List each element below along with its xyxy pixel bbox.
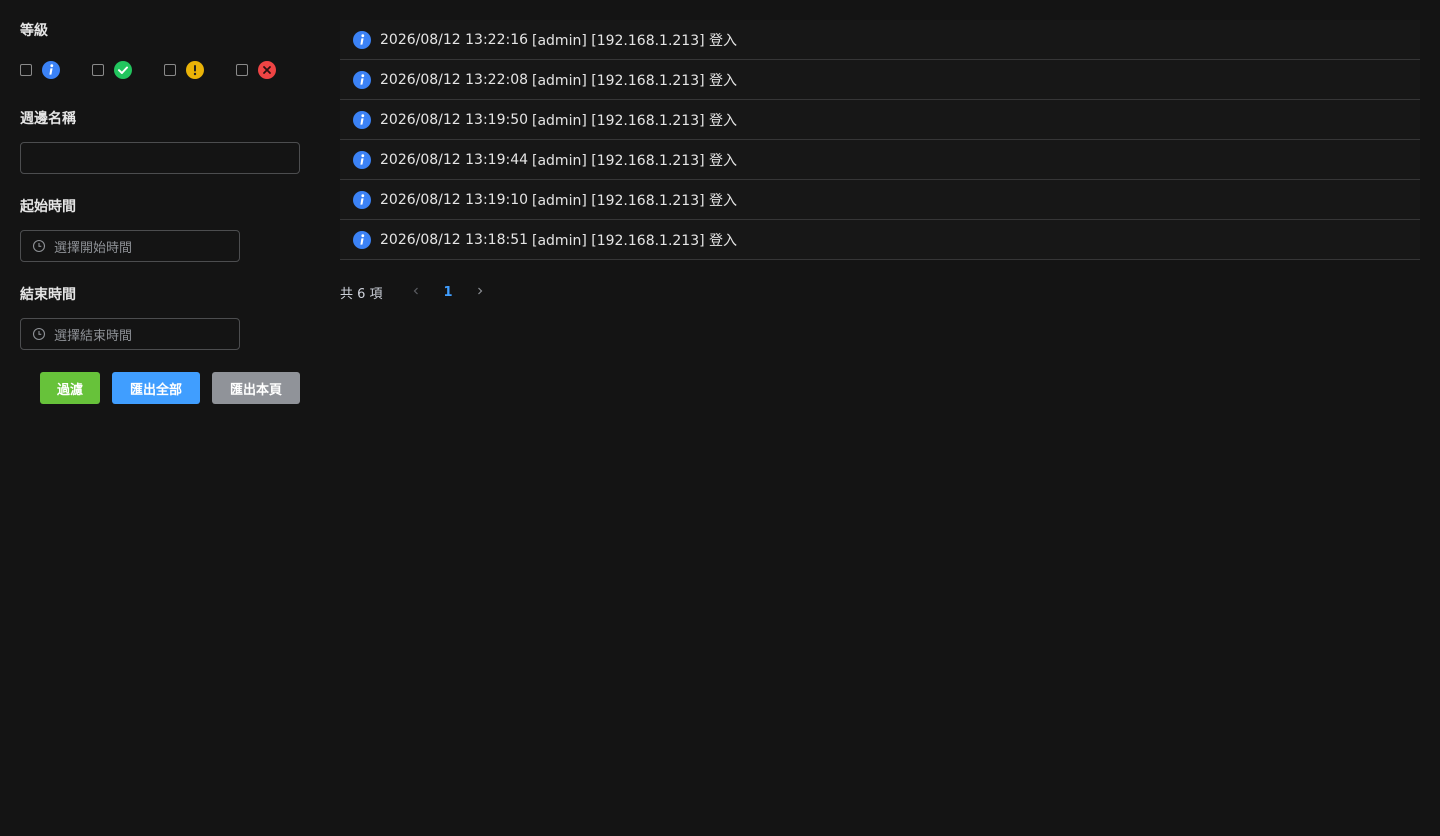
info-icon — [353, 231, 371, 249]
end-time-picker[interactable]: 選擇結束時間 — [20, 318, 240, 350]
log-message: [admin] [192.168.1.213] 登入 — [532, 152, 738, 169]
check-circle-icon — [114, 61, 132, 79]
clock-icon — [32, 327, 46, 341]
exclamation-circle-icon — [186, 61, 204, 79]
filter-button[interactable]: 過濾 — [40, 372, 100, 404]
level-filter-success[interactable] — [92, 60, 132, 80]
pagination-next-button[interactable] — [468, 280, 492, 304]
chevron-left-icon — [411, 285, 421, 300]
log-timestamp: 2026/08/12 13:19:44 — [380, 151, 529, 168]
clock-icon — [32, 239, 46, 253]
start-time-picker[interactable]: 選擇開始時間 — [20, 230, 240, 262]
level-label: 等級 — [20, 23, 48, 39]
log-row: 2026/08/12 13:22:08 [admin] [192.168.1.2… — [340, 60, 1420, 100]
log-message: [admin] [192.168.1.213] 登入 — [532, 112, 738, 129]
log-timestamp: 2026/08/12 13:19:10 — [380, 191, 529, 208]
pagination-page-1[interactable]: 1 — [436, 280, 460, 304]
log-timestamp: 2026/08/12 13:18:51 — [380, 231, 529, 248]
start-time-label: 起始時間 — [20, 199, 76, 215]
export-all-button[interactable]: 匯出全部 — [112, 372, 200, 404]
log-row: 2026/08/12 13:19:44 [admin] [192.168.1.2… — [340, 140, 1420, 180]
start-time-placeholder: 選擇開始時間 — [54, 240, 133, 256]
info-icon — [353, 31, 371, 49]
level-filter-info[interactable] — [20, 60, 60, 80]
log-row: 2026/08/12 13:19:50 [admin] [192.168.1.2… — [340, 100, 1420, 140]
end-time-label: 結束時間 — [20, 287, 76, 303]
log-timestamp: 2026/08/12 13:19:50 — [380, 111, 529, 128]
log-message: [admin] [192.168.1.213] 登入 — [532, 192, 738, 209]
peripheral-name-input[interactable] — [20, 142, 300, 174]
end-time-placeholder: 選擇結束時間 — [54, 328, 133, 344]
info-icon — [353, 191, 371, 209]
info-icon — [353, 111, 371, 129]
info-icon — [353, 71, 371, 89]
level-checkbox-error[interactable] — [236, 64, 248, 76]
chevron-right-icon — [475, 285, 485, 300]
log-row: 2026/08/12 13:19:10 [admin] [192.168.1.2… — [340, 180, 1420, 220]
level-filter-error[interactable] — [236, 60, 276, 80]
log-row: 2026/08/12 13:18:51 [admin] [192.168.1.2… — [340, 220, 1420, 260]
log-message: [admin] [192.168.1.213] 登入 — [532, 72, 738, 89]
peripheral-name-label: 週邊名稱 — [20, 111, 76, 127]
info-icon — [42, 61, 60, 79]
close-circle-icon — [258, 61, 276, 79]
log-message: [admin] [192.168.1.213] 登入 — [532, 32, 738, 49]
level-checkbox-success[interactable] — [92, 64, 104, 76]
info-icon — [353, 151, 371, 169]
pagination: 共 6 項 — [340, 280, 383, 304]
level-checkbox-warning[interactable] — [164, 64, 176, 76]
pagination-total: 共 6 項 — [340, 286, 383, 302]
level-filter-warning[interactable] — [164, 60, 204, 80]
log-timestamp: 2026/08/12 13:22:08 — [380, 71, 529, 88]
level-checkbox-info[interactable] — [20, 64, 32, 76]
log-message: [admin] [192.168.1.213] 登入 — [532, 232, 738, 249]
export-page-button[interactable]: 匯出本頁 — [212, 372, 300, 404]
log-row: 2026/08/12 13:22:16 [admin] [192.168.1.2… — [340, 20, 1420, 60]
pagination-prev-button[interactable] — [404, 280, 428, 304]
log-table: 2026/08/12 13:22:16 [admin] [192.168.1.2… — [340, 20, 1420, 260]
log-timestamp: 2026/08/12 13:22:16 — [380, 31, 529, 48]
